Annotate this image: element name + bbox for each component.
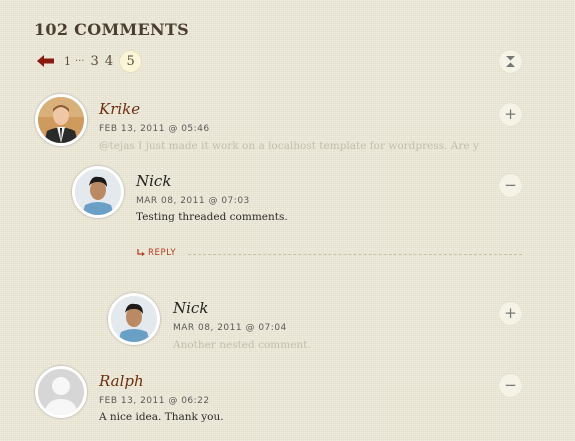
pagination: 1 ··· 3 4 5 xyxy=(34,49,143,73)
collapse-comment-button[interactable]: − xyxy=(499,374,522,397)
comments-count-title: 102 COMMENTS xyxy=(34,20,189,39)
expand-comment-button[interactable]: + xyxy=(499,103,522,126)
user-photo-icon xyxy=(111,296,157,342)
comment-author-link[interactable]: Ralph xyxy=(99,372,144,390)
reply-button[interactable]: REPLY xyxy=(137,248,176,258)
user-photo-icon xyxy=(75,169,121,215)
comment-date: MAR 08, 2011 @ 07:04 xyxy=(173,323,287,333)
comment-text: Another nested comment. xyxy=(173,339,311,351)
avatar xyxy=(35,366,87,418)
avatar xyxy=(35,94,87,146)
collapse-comment-button[interactable]: − xyxy=(499,174,522,197)
avatar xyxy=(108,293,160,345)
comment-date: FEB 13, 2011 @ 05:46 xyxy=(99,124,210,134)
reply-arrow-icon xyxy=(137,249,145,256)
user-photo-icon xyxy=(38,97,84,143)
current-page: 5 xyxy=(119,49,143,73)
comment-text: Testing threaded comments. xyxy=(136,211,288,223)
comment-text: A nice idea. Thank you. xyxy=(99,411,224,423)
collapse-icon xyxy=(506,56,515,67)
default-user-icon xyxy=(38,369,84,415)
comment-date: FEB 13, 2011 @ 06:22 xyxy=(99,396,210,406)
avatar xyxy=(72,166,124,218)
page-link-4[interactable]: 4 xyxy=(105,54,113,69)
minus-icon: − xyxy=(504,176,517,194)
comment-author: Nick xyxy=(136,172,172,190)
pagination-ellipsis: ··· xyxy=(75,55,85,67)
minus-icon: − xyxy=(504,376,517,394)
page-link-3[interactable]: 3 xyxy=(91,54,99,69)
plus-icon: + xyxy=(504,304,517,322)
collapse-all-button[interactable] xyxy=(499,50,522,73)
reply-label: REPLY xyxy=(148,248,177,258)
prev-page-button[interactable] xyxy=(34,50,58,72)
expand-comment-button[interactable]: + xyxy=(499,302,522,325)
comment-date: MAR 08, 2011 @ 07:03 xyxy=(136,196,250,206)
reply-divider xyxy=(188,254,522,255)
page-link-1[interactable]: 1 xyxy=(64,55,71,68)
comment-author-link[interactable]: Krike xyxy=(99,100,140,118)
comment-text: @tejas I just made it work on a localhos… xyxy=(99,140,479,152)
plus-icon: + xyxy=(504,105,517,123)
left-arrow-icon xyxy=(37,55,54,67)
comment-author: Nick xyxy=(173,299,209,317)
